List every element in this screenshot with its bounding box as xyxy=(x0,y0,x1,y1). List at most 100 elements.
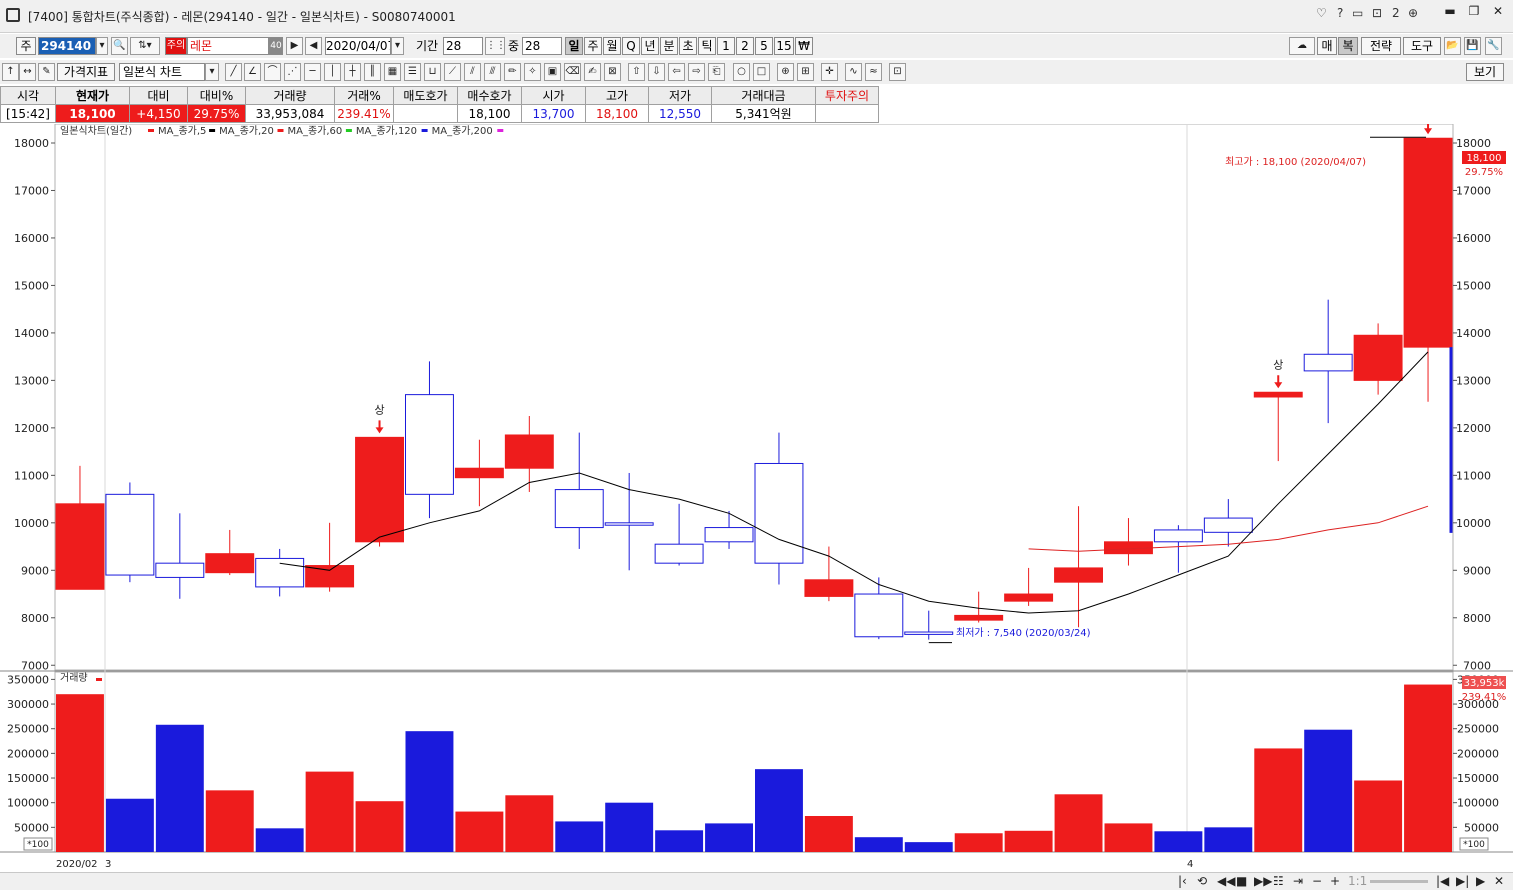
next-icon[interactable]: ▶ xyxy=(1476,874,1485,888)
currency-button[interactable]: ₩ xyxy=(795,37,813,55)
view-button[interactable]: 보기 xyxy=(1466,63,1504,81)
volume-bar xyxy=(655,830,704,852)
fast-forward-icon[interactable]: ▶▶ xyxy=(1254,874,1272,888)
market-type-selector[interactable]: 주 xyxy=(16,37,36,55)
compound-button[interactable]: 복 xyxy=(1338,37,1358,55)
first-page-icon[interactable]: |◀ xyxy=(1436,874,1449,888)
open-icon[interactable]: 📂 xyxy=(1444,37,1461,55)
interval-1[interactable]: 1 xyxy=(717,37,735,55)
stop-icon[interactable]: ■ xyxy=(1236,874,1247,888)
indicator-button[interactable]: 가격지표 xyxy=(57,63,115,81)
close-chart-icon[interactable]: ✕ xyxy=(1494,874,1504,888)
pencil-icon[interactable]: ✏ xyxy=(504,63,521,81)
zoom-slider[interactable] xyxy=(1370,880,1428,883)
scroll-right-icon[interactable]: ⇨ xyxy=(688,63,705,81)
stock-code-input[interactable]: 294140 xyxy=(38,37,96,55)
split-icon[interactable]: ⇥ xyxy=(1293,874,1303,888)
interval-5[interactable]: 5 xyxy=(755,37,773,55)
middle-input[interactable]: 28 xyxy=(522,37,562,55)
rectangle-icon[interactable]: □ xyxy=(753,63,770,81)
period-spin-icon[interactable]: ⋮⋮ xyxy=(485,37,505,55)
horizontal-line-icon[interactable]: ─ xyxy=(304,63,321,81)
screen-settings-icon[interactable]: ⊡ xyxy=(1372,6,1382,20)
search-icon[interactable]: 🔍 xyxy=(111,37,128,55)
bookmark-icon[interactable]: ⎗ xyxy=(708,63,725,81)
zoom-icon[interactable]: ⊕ xyxy=(777,63,794,81)
help-icon[interactable]: ? xyxy=(1337,6,1343,20)
interval-week[interactable]: 주 xyxy=(584,37,602,55)
fibonacci-icon[interactable]: ☰ xyxy=(404,63,421,81)
maximize-button[interactable]: ❐ xyxy=(1463,4,1485,20)
pin-icon[interactable]: ⊕ xyxy=(1408,6,1418,20)
circle-icon[interactable]: ○ xyxy=(733,63,750,81)
interval-minute[interactable]: 분 xyxy=(660,37,678,55)
note-icon[interactable]: ✍ xyxy=(584,63,601,81)
rewind-icon[interactable]: ◀◀ xyxy=(1217,874,1235,888)
interval-year[interactable]: 년 xyxy=(641,37,659,55)
code-dropdown-icon[interactable]: ▾ xyxy=(96,37,108,55)
grid-icon[interactable]: ▦ xyxy=(384,63,401,81)
save-icon[interactable]: 💾 xyxy=(1464,37,1481,55)
scroll-up-icon[interactable]: ⇧ xyxy=(628,63,645,81)
last-page-icon[interactable]: ▶| xyxy=(1456,874,1469,888)
cross-line-icon[interactable]: ┼ xyxy=(344,63,361,81)
pitchfork-icon[interactable]: ⫻ xyxy=(484,63,501,81)
crosshair-icon[interactable]: ✛ xyxy=(821,63,838,81)
parallel-icon[interactable]: ⫽ xyxy=(464,63,481,81)
zoom-area-icon[interactable]: ⊞ xyxy=(797,63,814,81)
prev-stock-button[interactable]: ◀ xyxy=(305,37,322,55)
interval-2[interactable]: 2 xyxy=(736,37,754,55)
delete-all-icon[interactable]: ⊠ xyxy=(604,63,621,81)
stock-chart[interactable]: 7000 7000 8000 8000 9000 9000 10000 10000 11000 1… xyxy=(0,124,1513,872)
vertical-line-icon[interactable]: │ xyxy=(324,63,341,81)
interval-second[interactable]: 초 xyxy=(679,37,697,55)
period-input[interactable]: 28 xyxy=(443,37,483,55)
close-button[interactable]: ✕ xyxy=(1487,4,1509,20)
interval-quarter[interactable]: Q xyxy=(622,37,640,55)
swap-icon[interactable]: ↔ xyxy=(19,63,36,81)
interval-month[interactable]: 월 xyxy=(603,37,621,55)
trendline-icon[interactable]: ╱ xyxy=(225,63,242,81)
strategy-button[interactable]: 전략 xyxy=(1361,37,1401,55)
link-icon[interactable]: ♡ xyxy=(1316,6,1327,20)
scroll-start-icon[interactable]: |‹ xyxy=(1178,874,1187,888)
trade-button[interactable]: 매 xyxy=(1317,37,1337,55)
screen-count-label[interactable]: 2 xyxy=(1392,6,1400,20)
date-input[interactable]: 2020/04/07 xyxy=(325,37,391,55)
wave-icon[interactable]: ∿ xyxy=(845,63,862,81)
pattern-icon[interactable]: ≈ xyxy=(865,63,882,81)
zoom-out-icon[interactable]: − xyxy=(1312,874,1322,888)
scroll-left-icon[interactable]: ⇦ xyxy=(668,63,685,81)
next-stock-button[interactable]: ▶ xyxy=(286,37,303,55)
edit-icon[interactable]: ✎ xyxy=(38,63,55,81)
cloud-icon[interactable]: ☁ xyxy=(1289,37,1315,55)
up-arrow-icon[interactable]: ↑ xyxy=(2,63,19,81)
channel-icon[interactable]: ⊔ xyxy=(424,63,441,81)
cycle-lines-icon[interactable]: ║ xyxy=(364,63,381,81)
restore-icon[interactable]: ⟲ xyxy=(1197,874,1207,888)
color-icon[interactable]: ▣ xyxy=(544,63,561,81)
interval-day[interactable]: 일 xyxy=(565,37,583,55)
fan-icon[interactable]: ⋰ xyxy=(284,63,301,81)
tools-button[interactable]: 도구 xyxy=(1403,37,1441,55)
chart-type-select[interactable]: 일본식 차트 xyxy=(119,63,205,81)
screenshot-icon[interactable]: ⊡ xyxy=(889,63,906,81)
zoom-in-icon[interactable]: + xyxy=(1330,874,1340,888)
chart-type-dropdown-icon[interactable]: ▾ xyxy=(205,63,219,81)
interval-tick[interactable]: 틱 xyxy=(698,37,716,55)
stock-name-field[interactable]: 레몬 xyxy=(187,37,269,55)
eraser-icon[interactable]: ⌫ xyxy=(564,63,581,81)
volume-tick-label-left: 100000 xyxy=(7,797,49,810)
scroll-down-icon[interactable]: ⇩ xyxy=(648,63,665,81)
minimize-button[interactable]: ▬ xyxy=(1439,4,1461,20)
interval-15[interactable]: 15 xyxy=(774,37,794,55)
settings-icon[interactable]: 🔧 xyxy=(1485,37,1502,55)
list-icon[interactable]: ☷ xyxy=(1273,874,1284,888)
date-dropdown-icon[interactable]: ▾ xyxy=(391,37,404,55)
sort-icon[interactable]: ⇅▾ xyxy=(130,37,160,55)
angle-line-icon[interactable]: ∠ xyxy=(244,63,261,81)
arc-icon[interactable]: ⌒ xyxy=(264,63,281,81)
magic-icon[interactable]: ✧ xyxy=(524,63,541,81)
regression-icon[interactable]: ⟋ xyxy=(444,63,461,81)
window-layout-icon[interactable]: ▭ xyxy=(1352,6,1363,20)
